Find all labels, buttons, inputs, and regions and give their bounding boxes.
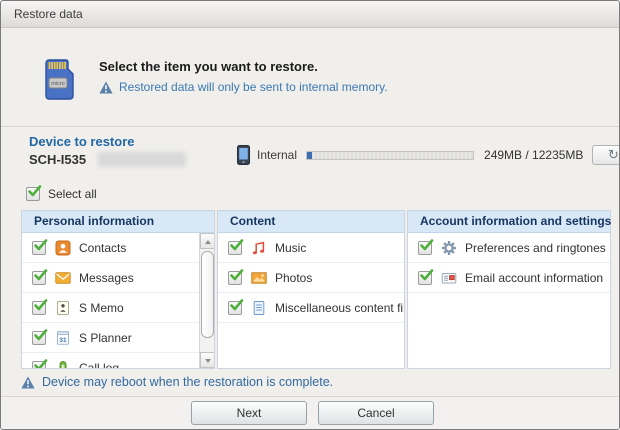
column-header: Content	[218, 211, 404, 233]
list-item-miscellaneous-content-files[interactable]: Miscellaneous content files	[218, 293, 404, 323]
titlebar[interactable]: Restore data	[1, 1, 619, 28]
item-checkbox[interactable]	[32, 331, 46, 345]
column-header: Personal information	[22, 211, 214, 233]
next-button[interactable]: Next	[191, 401, 307, 425]
refresh-button[interactable]: ↻	[592, 145, 620, 165]
item-label: S Planner	[79, 331, 132, 345]
column-content: Content Music Photos Miscellaneous content…	[217, 210, 405, 369]
scrollbar-thumb[interactable]	[201, 251, 214, 338]
item-label: Miscellaneous content files	[275, 301, 404, 315]
device-serial-redacted	[98, 152, 186, 167]
item-checkbox[interactable]	[32, 271, 46, 285]
column-header: Account information and settings	[408, 211, 610, 233]
warning-icon	[21, 376, 35, 389]
svg-text:micro: micro	[51, 81, 64, 87]
item-label: Contacts	[79, 241, 126, 255]
select-all-checkbox[interactable]	[26, 187, 40, 201]
smemo-icon	[55, 300, 71, 316]
arrow-up-icon	[205, 240, 211, 244]
select-all-label: Select all	[48, 187, 97, 201]
arrow-down-icon	[205, 359, 211, 363]
storage-progress-fill	[307, 152, 312, 159]
intro-title: Select the item you want to restore.	[99, 59, 388, 74]
restore-items-table: Personal information Contacts Messages S M…	[21, 210, 611, 369]
list-item-photos[interactable]: Photos	[218, 263, 404, 293]
item-label: Email account information	[465, 271, 603, 285]
gear-icon	[441, 240, 457, 256]
list-item-s-planner[interactable]: 31 S Planner	[22, 323, 214, 353]
list-item-messages[interactable]: Messages	[22, 263, 214, 293]
item-label: Photos	[275, 271, 312, 285]
list-item-preferences-and-ringtones[interactable]: Preferences and ringtones	[408, 233, 610, 263]
microsd-card-icon: micro	[41, 57, 77, 101]
music-icon	[251, 240, 267, 256]
list-item-music[interactable]: Music	[218, 233, 404, 263]
intro-warning-text: Restored data will only be sent to inter…	[119, 80, 388, 94]
item-label: S Memo	[79, 301, 124, 315]
item-label: Messages	[79, 271, 134, 285]
item-checkbox[interactable]	[228, 301, 242, 315]
item-checkbox[interactable]	[418, 271, 432, 285]
refresh-icon: ↻	[608, 149, 619, 162]
item-label: Call log	[79, 361, 119, 369]
svg-text:31: 31	[59, 336, 67, 343]
item-checkbox[interactable]	[228, 241, 242, 255]
scrollbar-down-button[interactable]	[200, 352, 214, 368]
device-section: Device to restore SCH-I535 Internal 249M…	[1, 127, 619, 181]
phone-icon	[237, 145, 250, 165]
item-checkbox[interactable]	[32, 301, 46, 315]
reboot-warning-text: Device may reboot when the restoration i…	[42, 375, 333, 389]
warning-icon	[99, 81, 113, 94]
item-checkbox[interactable]	[32, 241, 46, 255]
document-icon	[251, 300, 267, 316]
item-checkbox[interactable]	[228, 271, 242, 285]
intro-section: micro Select the item you want to restor…	[1, 28, 619, 126]
photos-icon	[251, 270, 267, 286]
footer-bar: Next Cancel	[1, 396, 619, 429]
restore-data-dialog: Restore data micro Select the item you w…	[0, 0, 620, 430]
column-personal-information: Personal information Contacts Messages S M…	[21, 210, 215, 369]
list-item-s-memo[interactable]: S Memo	[22, 293, 214, 323]
storage-progress-bar	[306, 151, 474, 160]
splanner-icon: 31	[55, 330, 71, 346]
item-checkbox[interactable]	[32, 361, 46, 369]
list-item-call-log[interactable]: Call log	[22, 353, 214, 368]
contacts-icon	[55, 240, 71, 256]
device-section-title: Device to restore	[29, 134, 135, 149]
item-label: Music	[275, 241, 306, 255]
window-title: Restore data	[14, 7, 83, 21]
item-checkbox[interactable]	[418, 241, 432, 255]
device-model: SCH-I535	[29, 152, 86, 167]
column-account-information: Account information and settings Prefere…	[407, 210, 611, 369]
storage-label: Internal	[257, 148, 297, 162]
select-all-row[interactable]: Select all	[26, 187, 97, 201]
item-label: Preferences and ringtones	[465, 241, 606, 255]
calllog-icon	[55, 360, 71, 369]
scrollbar-up-button[interactable]	[200, 233, 214, 249]
email-icon	[441, 270, 457, 286]
list-item-email-account-information[interactable]: Email account information	[408, 263, 610, 293]
list-item-contacts[interactable]: Contacts	[22, 233, 214, 263]
reboot-warning-row: Device may reboot when the restoration i…	[21, 375, 333, 389]
messages-icon	[55, 270, 71, 286]
storage-usage-text: 249MB / 12235MB	[484, 148, 583, 162]
cancel-button[interactable]: Cancel	[318, 401, 434, 425]
scrollbar[interactable]	[199, 233, 214, 368]
